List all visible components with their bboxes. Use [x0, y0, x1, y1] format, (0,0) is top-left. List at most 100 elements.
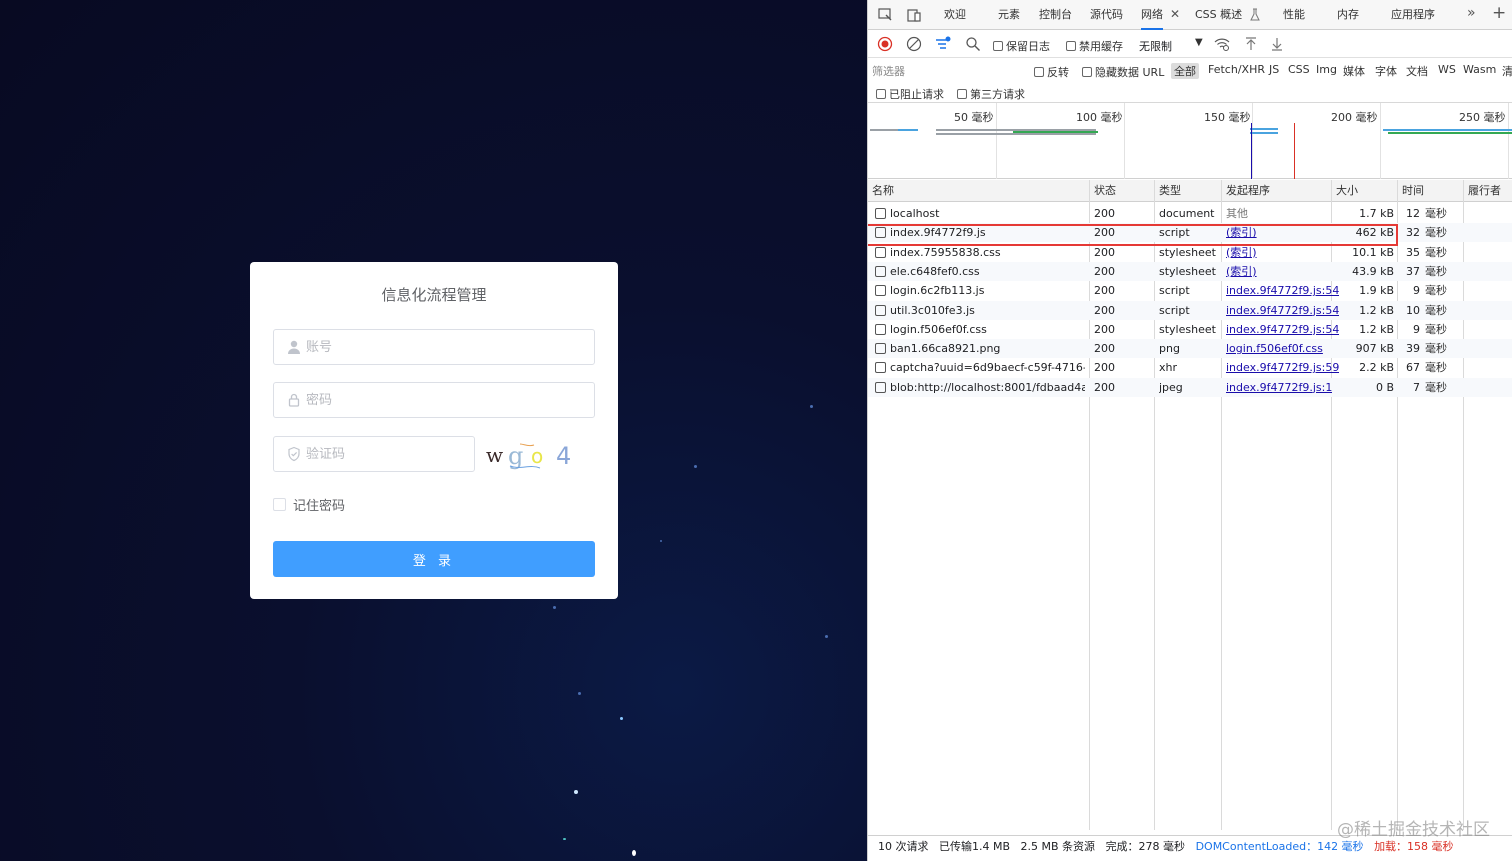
background-star [660, 540, 662, 542]
filter-type-wasm[interactable]: Wasm [1463, 63, 1496, 76]
request-initiator[interactable]: index.9f4772f9.js:54 [1226, 301, 1339, 320]
filter-type-font[interactable]: 字体 [1375, 63, 1397, 79]
checkbox-box[interactable] [1082, 67, 1092, 77]
request-status: 200 [1094, 342, 1115, 356]
export-har-icon[interactable] [1269, 36, 1285, 52]
blocked-requests-checkbox[interactable]: 已阻止请求 [876, 86, 944, 102]
tab-elements[interactable]: 元素 [998, 0, 1020, 30]
password-field[interactable] [273, 382, 595, 418]
filter-type-clear[interactable]: 清 [1502, 63, 1512, 79]
filter-input[interactable] [872, 62, 1022, 80]
captcha-field[interactable] [273, 436, 475, 472]
inspect-icon[interactable] [877, 7, 893, 23]
search-icon[interactable] [965, 36, 981, 52]
throttling-select[interactable]: 无限制 [1139, 38, 1172, 54]
request-initiator[interactable]: index.9f4772f9.js:59 [1226, 358, 1339, 377]
resources-size: 2.5 MB 条资源 [1020, 840, 1096, 853]
add-tab-icon[interactable]: + [1492, 3, 1506, 23]
tab-sources[interactable]: 源代码 [1090, 0, 1123, 30]
filter-type-doc[interactable]: 文档 [1406, 63, 1428, 79]
filter-type-css[interactable]: CSS [1288, 63, 1310, 76]
timeline-bar [1250, 132, 1278, 134]
checkbox-box[interactable] [1034, 67, 1044, 77]
xhr-icon [875, 362, 886, 374]
tab-network[interactable]: 网络 [1141, 0, 1163, 30]
request-initiator: 其他 [1226, 207, 1248, 220]
tab-css-overview[interactable]: CSS 概述 [1195, 0, 1242, 30]
column-time[interactable]: 时间 [1398, 180, 1424, 202]
request-initiator[interactable]: index.9f4772f9.js:54 [1226, 320, 1339, 339]
request-size: 1.7 kB [1359, 207, 1394, 220]
tab-welcome[interactable]: 欢迎 [944, 0, 966, 30]
filter-icon[interactable] [935, 36, 951, 52]
column-type[interactable]: 类型 [1155, 180, 1181, 202]
request-count: 10 次请求 [878, 840, 929, 853]
chevron-down-icon[interactable]: ▼ [1195, 37, 1203, 48]
table-row[interactable]: blob:http://localhost:8001/fdbaad4a-7...… [868, 377, 1512, 397]
table-row[interactable]: ban1.66ca8921.png 200 png login.f506ef0f.cs… [868, 339, 1512, 359]
remember-password[interactable]: 记住密码 [273, 495, 345, 514]
username-input[interactable] [306, 330, 586, 364]
disable-cache-checkbox[interactable]: 禁用缓存 [1066, 38, 1123, 54]
request-initiator[interactable]: index.9f4772f9.js:54 [1226, 281, 1339, 300]
close-tab-icon[interactable]: ✕ [1170, 7, 1180, 21]
column-fulfilled-by[interactable]: 履行者 [1464, 180, 1501, 202]
table-row[interactable]: ele.c648fef0.css 200 stylesheet (索引) 43.9 kB… [868, 261, 1512, 281]
request-name: captcha?uuid=6d9baecf-c59f-4716-85... [890, 361, 1085, 375]
table-row[interactable]: util.3c010fe3.js 200 script index.9f4772f9.… [868, 300, 1512, 320]
remember-checkbox[interactable] [273, 498, 286, 511]
request-initiator[interactable]: login.f506ef0f.css [1226, 339, 1323, 358]
preserve-log-checkbox[interactable]: 保留日志 [993, 38, 1050, 54]
timeline-tick: 50 毫秒 [954, 111, 994, 124]
script-icon [875, 285, 886, 297]
column-size[interactable]: 大小 [1332, 180, 1358, 202]
background-star [694, 465, 697, 468]
checkbox-box[interactable] [993, 41, 1003, 51]
hide-data-urls-label: 隐藏数据 URL [1095, 66, 1165, 79]
request-initiator[interactable]: (索引) [1226, 262, 1257, 281]
captcha-input[interactable] [306, 437, 466, 471]
svg-text:o: o [531, 444, 543, 468]
column-name[interactable]: 名称 [868, 180, 894, 202]
password-input[interactable] [306, 383, 586, 417]
record-stop-icon[interactable] [877, 36, 893, 52]
tab-console[interactable]: 控制台 [1039, 0, 1072, 30]
load-event-marker [1294, 123, 1295, 179]
third-party-checkbox[interactable]: 第三方请求 [957, 86, 1025, 102]
filter-type-all[interactable]: 全部 [1171, 63, 1199, 79]
captcha-image[interactable]: w g o 4 [484, 436, 574, 474]
login-button[interactable]: 登 录 [273, 541, 595, 577]
column-initiator[interactable]: 发起程序 [1222, 180, 1270, 202]
clear-icon[interactable] [906, 36, 922, 52]
table-row[interactable]: login.6c2fb113.js 200 script index.9f4772f9… [868, 281, 1512, 300]
invert-checkbox[interactable]: 反转 [1034, 64, 1069, 80]
background-star [574, 790, 578, 794]
filter-type-fetch-xhr[interactable]: Fetch/XHR [1208, 63, 1265, 76]
checkbox-box[interactable] [1066, 41, 1076, 51]
request-initiator[interactable]: index.9f4772f9.js:1 [1226, 378, 1332, 397]
tab-memory[interactable]: 内存 [1337, 0, 1359, 30]
timeline-overview[interactable]: 50 毫秒 100 毫秒 150 毫秒 200 毫秒 250 毫秒 [868, 103, 1512, 179]
tab-application[interactable]: 应用程序 [1391, 0, 1435, 30]
username-field[interactable] [273, 329, 595, 365]
hide-data-urls-checkbox[interactable]: 隐藏数据 URL [1082, 64, 1164, 80]
filter-type-img[interactable]: Img [1316, 63, 1337, 76]
device-toolbar-icon[interactable] [906, 7, 922, 23]
tab-performance[interactable]: 性能 [1283, 0, 1305, 30]
more-tabs-icon[interactable]: » [1467, 5, 1476, 21]
table-row[interactable]: localhost 200 document 其他 1.7 kB 12 毫秒 [868, 204, 1512, 223]
column-status[interactable]: 状态 [1090, 180, 1116, 202]
table-row[interactable]: captcha?uuid=6d9baecf-c59f-4716-85... 200… [868, 358, 1512, 377]
timeline-gridline [996, 103, 997, 179]
filter-type-js[interactable]: JS [1269, 63, 1279, 76]
filter-type-media[interactable]: 媒体 [1343, 63, 1365, 79]
table-row[interactable]: login.f506ef0f.css 200 stylesheet index.9f4… [868, 320, 1512, 339]
checkbox-box[interactable] [957, 89, 967, 99]
request-name: ban1.66ca8921.png [890, 342, 1001, 356]
devtools-panel: 欢迎 元素 控制台 源代码 网络 ✕ CSS 概述 性能 内存 应用程序 » +… [867, 0, 1512, 861]
network-conditions-icon[interactable] [1214, 36, 1230, 52]
table-header: 名称 状态 类型 发起程序 大小 时间 履行者 [868, 180, 1512, 202]
filter-type-ws[interactable]: WS [1438, 63, 1456, 76]
import-har-icon[interactable] [1243, 36, 1259, 52]
checkbox-box[interactable] [876, 89, 886, 99]
